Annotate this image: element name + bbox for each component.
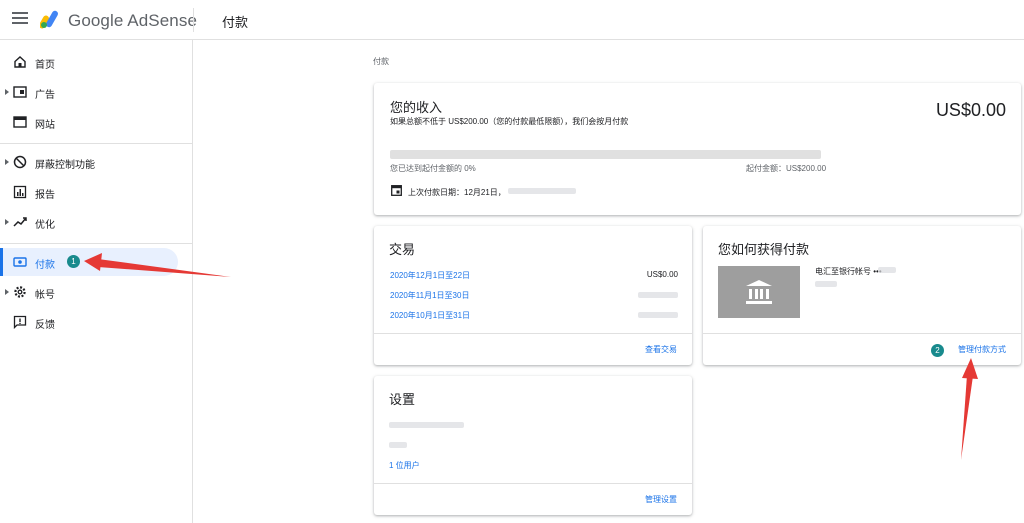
reports-icon [13, 185, 27, 199]
breadcrumb: 付款 [373, 57, 389, 66]
sidebar-item-reports[interactable]: 报告 [0, 178, 178, 206]
annotation-arrow-manage-payment [961, 375, 973, 460]
redacted-text [508, 188, 576, 194]
brand-name: Google AdSense [68, 11, 197, 30]
card-divider [374, 333, 692, 334]
transaction-row: 2020年12月1日至22日 US$0.00 [390, 270, 678, 284]
transactions-card: 交易 2020年12月1日至22日 US$0.00 2020年11月1日至30日… [374, 226, 692, 365]
transaction-row: 2020年11月1日至30日 [390, 290, 678, 304]
sidebar-item-label: 付款 [35, 260, 55, 271]
manage-payment-methods-link[interactable]: 管理付款方式 [958, 344, 1006, 355]
redacted-text [878, 267, 896, 273]
settings-card: 设置 1 位用户 管理设置 [374, 376, 692, 515]
home-icon [14, 56, 26, 68]
step-badge: 1 [67, 255, 80, 268]
earnings-card: 您的收入 如果总额不低于 US$200.00（您的付款最低限额），我们会按月付款… [374, 83, 1021, 215]
sidebar-item-label: 优化 [35, 220, 55, 231]
settings-title: 设置 [389, 392, 416, 407]
payment-method-label: 电汇至银行帐号 ••• [815, 267, 882, 276]
bank-icon [746, 280, 772, 304]
sidebar-item-blocking-controls[interactable]: 屏蔽控制功能 [0, 148, 178, 176]
page-title: 付款 [222, 15, 249, 30]
topbar-divider [193, 8, 194, 32]
users-link[interactable]: 1 位用户 [389, 460, 420, 471]
progress-percent-label: 您已达到起付金额的 0% [390, 164, 476, 173]
adsense-logo-icon [40, 10, 58, 29]
sidebar-item-feedback[interactable]: 反馈 [0, 308, 178, 336]
view-transactions-link[interactable]: 查看交易 [645, 344, 677, 355]
card-divider [374, 483, 692, 484]
sidebar-item-sites[interactable]: 网站 [0, 108, 178, 136]
earnings-title: 您的收入 [390, 100, 443, 115]
ads-icon [13, 86, 27, 98]
card-divider [703, 333, 1021, 334]
top-app-bar: Google AdSense 付款 [0, 0, 1024, 40]
sidebar-divider [0, 243, 193, 244]
sidebar-item-label: 屏蔽控制功能 [35, 160, 95, 171]
sidebar-item-label: 广告 [35, 90, 55, 101]
payment-method-card: 您如何获得付款 电汇至银行帐号 ••• 2 管理付款方式 [703, 226, 1021, 365]
sidebar-divider [0, 143, 193, 144]
threshold-progress-bar [390, 150, 821, 159]
transaction-amount: US$0.00 [646, 270, 678, 279]
transactions-title: 交易 [389, 242, 416, 257]
sidebar-item-home[interactable]: 首页 [0, 48, 178, 76]
sidebar-item-label: 报告 [35, 190, 55, 201]
sidebar-item-label: 反馈 [35, 320, 55, 331]
redacted-text [815, 281, 837, 287]
redacted-text [389, 442, 407, 448]
hamburger-menu-icon[interactable] [12, 12, 28, 26]
sidebar: 首页 广告 网站 屏蔽控制功能 报告 优化 付款 1 帐号 反馈 [0, 40, 193, 523]
calendar-icon [391, 185, 402, 196]
gear-icon [14, 286, 26, 298]
payment-method-title: 您如何获得付款 [718, 242, 810, 257]
transaction-date-link[interactable]: 2020年10月1日至31日 [390, 310, 470, 321]
feedback-icon [13, 315, 27, 329]
sidebar-item-label: 帐号 [35, 290, 55, 301]
sidebar-item-payments[interactable]: 付款 1 [0, 248, 178, 276]
redacted-amount [638, 292, 678, 298]
sidebar-item-optimize[interactable]: 优化 [0, 208, 178, 236]
sidebar-item-label: 网站 [35, 120, 55, 131]
block-icon [13, 155, 27, 169]
last-payment-date: 上次付款日期：12月21日， [408, 188, 506, 197]
transaction-row: 2020年10月1日至31日 [390, 310, 678, 324]
step-badge: 2 [931, 344, 944, 357]
manage-settings-link[interactable]: 管理设置 [645, 494, 677, 505]
sidebar-item-label: 首页 [35, 60, 55, 71]
expand-caret-icon [5, 219, 9, 225]
expand-caret-icon [5, 289, 9, 295]
trend-icon [13, 217, 27, 227]
transaction-date-link[interactable]: 2020年11月1日至30日 [390, 290, 469, 301]
expand-caret-icon [5, 159, 9, 165]
earnings-subtitle: 如果总额不低于 US$200.00（您的付款最低限额），我们会按月付款 [390, 117, 629, 126]
expand-caret-icon [5, 89, 9, 95]
redacted-amount [638, 312, 678, 318]
sidebar-item-account[interactable]: 帐号 [0, 278, 178, 306]
payment-threshold-label: 起付金额：US$200.00 [746, 164, 827, 173]
transaction-date-link[interactable]: 2020年12月1日至22日 [390, 270, 470, 281]
bank-image [718, 266, 800, 318]
payments-icon [13, 257, 27, 267]
earnings-amount: US$0.00 [935, 100, 1006, 120]
sites-icon [13, 116, 27, 128]
redacted-text [389, 422, 464, 428]
sidebar-item-ads[interactable]: 广告 [0, 78, 178, 106]
